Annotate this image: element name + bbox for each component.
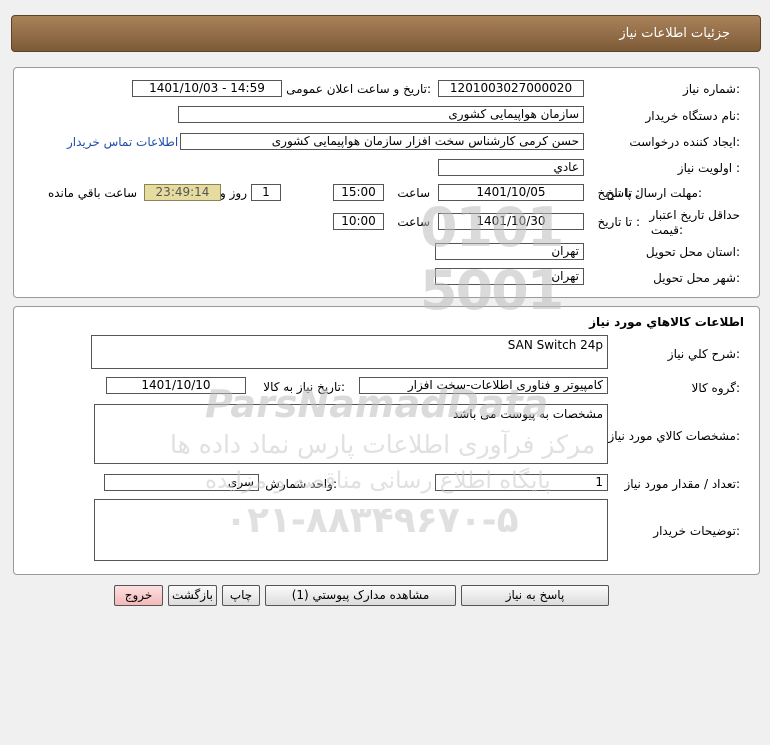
back-button[interactable]: بازگشت xyxy=(168,585,217,606)
priority-label: اولویت نیاز : xyxy=(677,161,740,175)
exit-button[interactable]: خروج xyxy=(114,585,163,606)
group-label: گروه کالا: xyxy=(691,381,741,395)
validity-time-label: ساعت xyxy=(397,215,430,229)
buyer-org-field: سازمان هواپیمایی کشوری xyxy=(178,106,584,123)
group-field: کامپیوتر و فناوری اطلاعات-سخت افزار xyxy=(359,377,608,394)
buyer-org-label: نام دستگاه خریدار: xyxy=(645,109,741,123)
creator-label: ایجاد کننده درخواست: xyxy=(629,135,740,149)
need-date-label: تاریخ نیاز به کالا: xyxy=(263,380,345,394)
general-desc-text: SAN Switch 24p xyxy=(507,338,603,352)
deadline-time-label: ساعت xyxy=(397,186,430,200)
need-date-field: 1401/10/10 xyxy=(106,377,246,394)
remaining-label: ساعت باقي مانده xyxy=(47,186,137,200)
need-number-label: شماره نیاز: xyxy=(682,82,740,96)
delivery-city-field: تهران xyxy=(435,268,584,285)
specs-label: مشخصات کالاي مورد نیاز: xyxy=(608,429,740,443)
validity-label: حداقل تاریخ اعتبار xyxy=(649,208,740,222)
specs-field: مشخصات به پیوست می باشد xyxy=(94,404,608,464)
validity-date-field: 1401/10/30 xyxy=(438,213,584,230)
announce-label: تاریخ و ساعت اعلان عمومی: xyxy=(286,82,431,96)
deadline-time-field: 15:00 xyxy=(333,184,384,201)
unit-field: سری xyxy=(104,474,259,491)
days-label: روز و xyxy=(220,186,247,200)
qty-label: تعداد / مقدار مورد نیاز: xyxy=(624,477,740,491)
priority-field: عادي xyxy=(438,159,584,176)
page-title: جزئیات اطلاعات نیاز xyxy=(619,26,730,41)
buyer-contact-link[interactable]: اطلاعات تماس خریدار xyxy=(67,135,178,149)
remaining-days-field: 1 xyxy=(251,184,281,201)
announce-field: 1401/10/03 - 14:59 xyxy=(132,80,282,97)
reply-button[interactable]: پاسخ به نیاز xyxy=(461,585,609,606)
view-attachments-button[interactable]: مشاهده مدارک پیوستي (1) xyxy=(265,585,456,606)
remaining-timer: 23:49:14 xyxy=(144,184,221,201)
delivery-city-label: شهر محل تحویل: xyxy=(653,271,740,285)
need-number-field: 1201003027000020 xyxy=(438,80,584,97)
deadline-to-date-label: تا تاریخ : xyxy=(597,186,640,200)
qty-field: 1 xyxy=(435,474,608,491)
deadline-date-field: 1401/10/05 xyxy=(438,184,584,201)
buyer-notes-field xyxy=(94,499,608,561)
validity-label-cont: قیمت: xyxy=(650,223,683,237)
creator-field: حسن کرمی کارشناس سخت افزار سازمان هواپیم… xyxy=(180,133,584,150)
unit-label: واحد شمارش: xyxy=(265,477,337,491)
buyer-notes-label: توضیحات خریدار: xyxy=(653,524,740,538)
general-desc-label: شرح کلي نیاز: xyxy=(667,347,740,361)
page-header: جزئیات اطلاعات نیاز xyxy=(11,15,761,52)
delivery-province-label: استان محل تحویل: xyxy=(645,245,740,259)
validity-to-date-label: تا تاریخ : xyxy=(597,215,640,229)
goods-section-title: اطلاعات کالاهاي مورد نياز xyxy=(589,315,744,329)
print-button[interactable]: چاپ xyxy=(222,585,260,606)
need-info-panel xyxy=(13,67,760,298)
validity-time-field: 10:00 xyxy=(333,213,384,230)
general-desc-field: SAN Switch 24p xyxy=(91,335,608,369)
delivery-province-field: تهران xyxy=(435,243,584,260)
